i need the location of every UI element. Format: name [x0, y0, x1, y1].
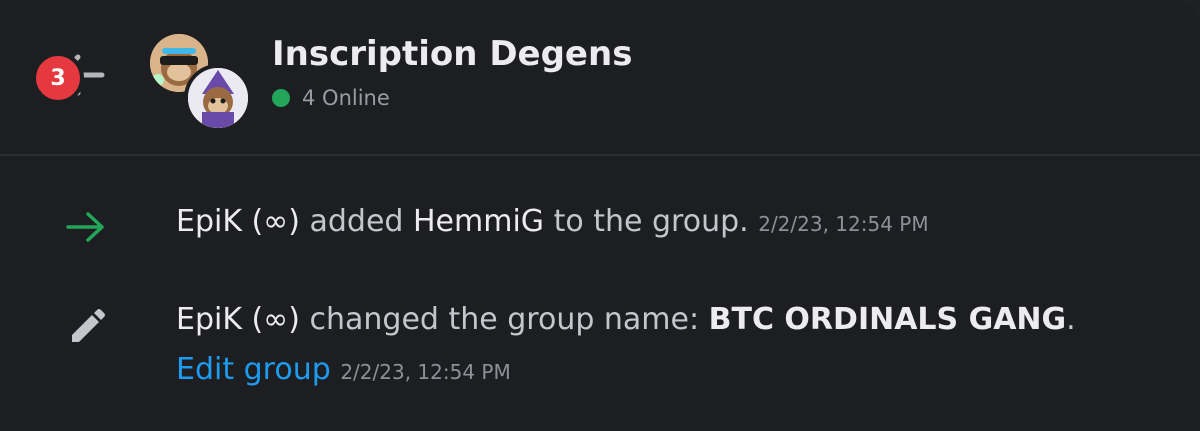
message-text: EpiK (∞) added HemmiG to the group. 2/2/…	[176, 204, 929, 239]
edit-group-link[interactable]: Edit group	[176, 352, 331, 387]
message-rest: .	[1066, 302, 1076, 337]
chat-header: 3 Inscription Degens 4 Online	[0, 0, 1200, 156]
message-footer: Edit group 2/2/23, 12:54 PM	[176, 352, 511, 387]
message-verb: changed the group name:	[299, 302, 709, 337]
message-rest: to the group.	[544, 204, 749, 239]
timestamp: 2/2/23, 12:54 PM	[340, 360, 511, 384]
target-name[interactable]: HemmiG	[413, 204, 544, 239]
actor-name[interactable]: EpiK (∞)	[176, 204, 300, 239]
group-title[interactable]: Inscription Degens	[272, 34, 632, 74]
online-status: 4 Online	[272, 86, 390, 110]
message-verb: added	[299, 204, 413, 239]
message-text: EpiK (∞) changed the group name: BTC ORD…	[176, 302, 1076, 337]
online-count: 4 Online	[302, 86, 390, 110]
timestamp: 2/2/23, 12:54 PM	[758, 212, 929, 236]
actor-name[interactable]: EpiK (∞)	[176, 302, 300, 337]
chat-window: 3 Inscription Degens 4 Online EpiK (∞) a…	[0, 0, 1200, 431]
group-avatar-secondary[interactable]	[184, 64, 252, 132]
notification-badge: 3	[32, 52, 84, 104]
arrow-right-icon	[66, 212, 104, 242]
pencil-icon	[72, 309, 105, 342]
new-group-name: BTC ORDINALS GANG	[708, 302, 1067, 337]
online-dot-icon	[272, 89, 290, 107]
